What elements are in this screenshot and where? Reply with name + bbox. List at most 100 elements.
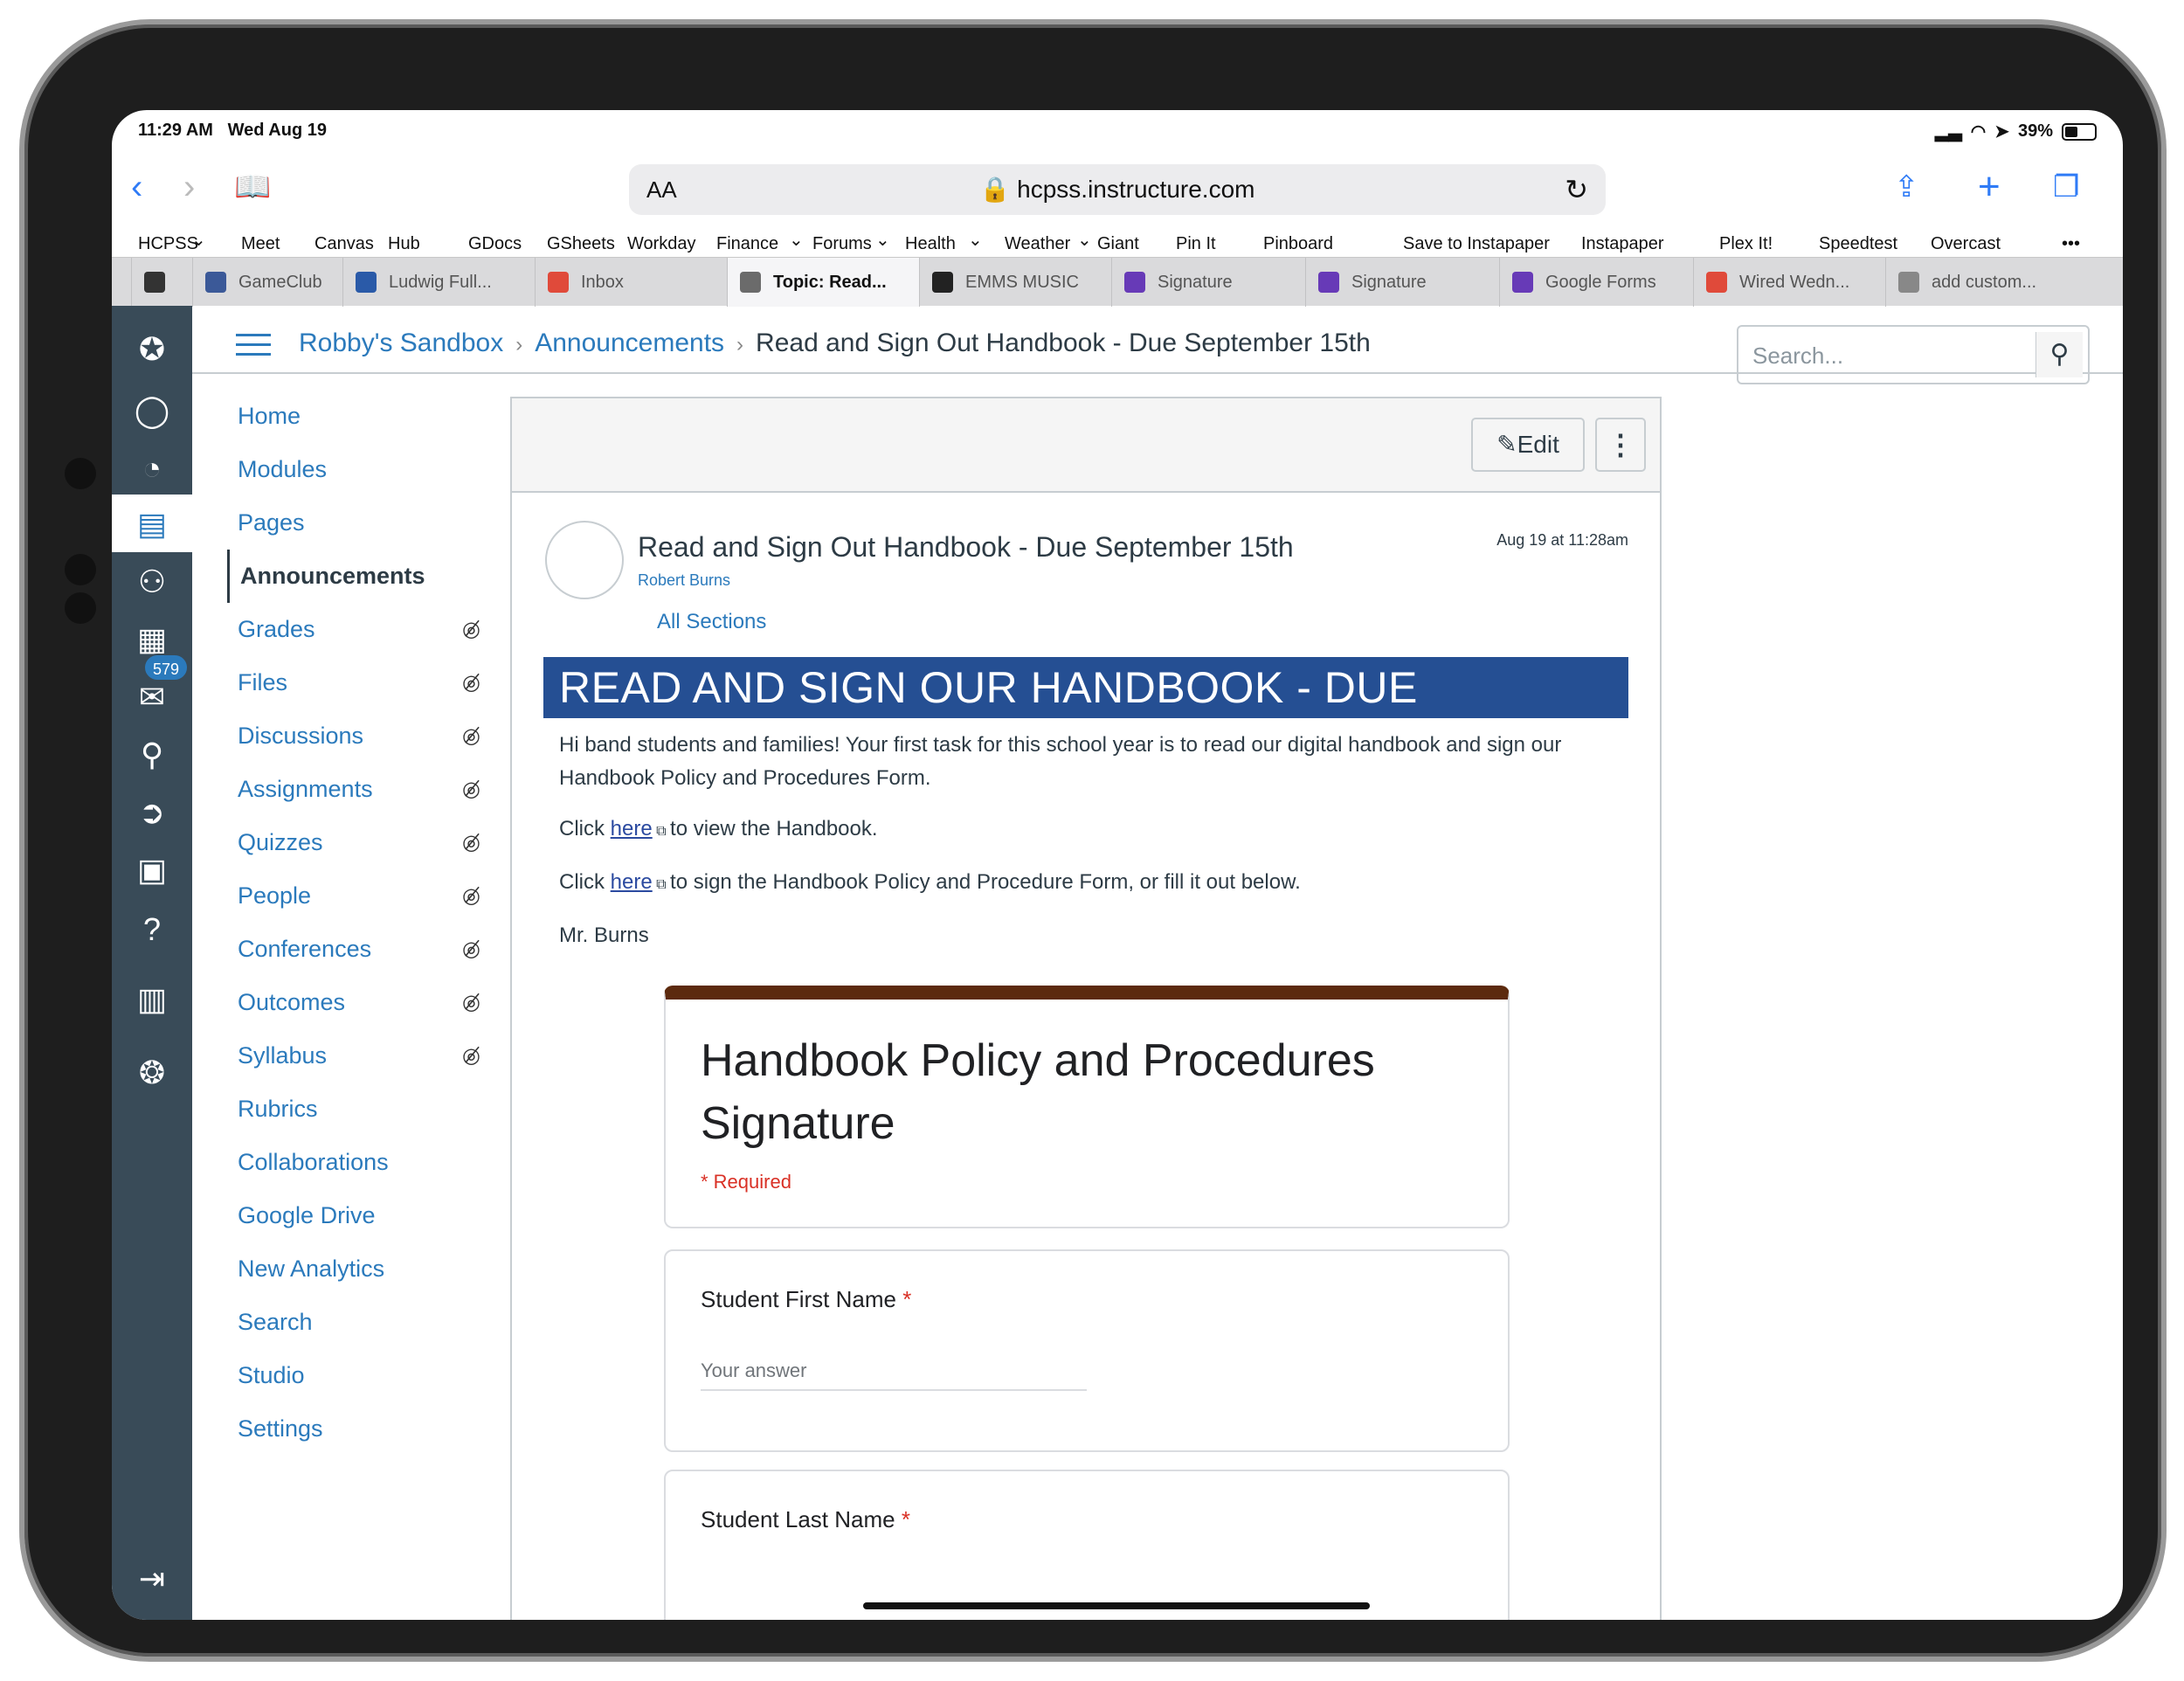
browser-tab[interactable]: Google Forms	[1499, 258, 1693, 307]
tab-label: Inbox	[581, 272, 624, 292]
course-nav-conferences[interactable]: Conferences ◎̸	[227, 923, 480, 976]
browser-tab[interactable]: EMMS MUSIC	[919, 258, 1111, 307]
bookmark-item[interactable]: Pin It	[1176, 234, 1216, 254]
course-nav-modules[interactable]: Modules	[227, 443, 480, 496]
more-options-button[interactable]: ⋮	[1595, 418, 1646, 472]
dashboard-icon[interactable]: ◔	[131, 447, 173, 489]
bookmark-item[interactable]: Overcast	[1931, 234, 2001, 254]
pencil-icon: ✎	[1496, 431, 1517, 458]
bookmark-item[interactable]: Pinboard	[1263, 234, 1333, 254]
bookmark-item[interactable]: Speedtest	[1819, 234, 1897, 254]
tab-label: Google Forms	[1545, 272, 1656, 292]
lock-icon: 🔒	[979, 176, 1011, 203]
side-sensor-dot	[65, 592, 96, 624]
bookmark-item[interactable]: Weather	[1005, 234, 1070, 254]
course-nav-search[interactable]: Search	[227, 1296, 480, 1349]
bookmark-item[interactable]: HCPSS	[138, 234, 198, 254]
courses-icon[interactable]: ▤	[131, 503, 173, 545]
search-input[interactable]: Search... ⚲	[1737, 325, 2090, 384]
search-icon[interactable]: ⚲	[2035, 332, 2083, 377]
history-search-icon[interactable]: ⚲	[131, 734, 173, 776]
collapse-nav-icon[interactable]: ⇥	[131, 1560, 173, 1602]
course-nav-studio[interactable]: Studio	[227, 1349, 480, 1402]
course-nav-syllabus[interactable]: Syllabus ◎̸	[227, 1029, 480, 1083]
community-icon[interactable]: ❂	[131, 1052, 173, 1094]
course-nav-outcomes[interactable]: Outcomes ◎̸	[227, 976, 480, 1029]
announcement-author[interactable]: Robert Burns	[638, 571, 730, 590]
reload-icon[interactable]: ↻	[1565, 173, 1588, 206]
bookmark-item[interactable]: GSheets	[547, 234, 615, 254]
course-nav-files[interactable]: Files ◎̸	[227, 656, 480, 709]
bookmark-item[interactable]: Giant	[1097, 234, 1139, 254]
question-card: Student Last Name *	[664, 1470, 1510, 1620]
browser-tab[interactable]: Wired Wedn...	[1693, 258, 1885, 307]
reports-icon[interactable]: ▥	[131, 979, 173, 1020]
course-nav-rubrics[interactable]: Rubrics	[227, 1083, 480, 1136]
avatar[interactable]	[545, 521, 624, 599]
tabs-overview-icon[interactable]: ❐	[2053, 166, 2079, 208]
bookmark-item[interactable]: Save to Instapaper	[1403, 234, 1550, 254]
bookmark-item[interactable]: Health	[905, 234, 956, 254]
handbook-link[interactable]: here	[611, 817, 653, 840]
browser-tab[interactable]: add custom...	[1885, 258, 2123, 307]
bookmark-item[interactable]: Instapaper	[1581, 234, 1664, 254]
course-nav-google-drive[interactable]: Google Drive	[227, 1189, 480, 1242]
course-nav-home[interactable]: Home	[227, 390, 480, 443]
new-tab-plus-icon[interactable]: +	[1978, 166, 2001, 208]
forward-icon[interactable]: ›	[183, 166, 195, 208]
bookmark-item[interactable]: Hub	[388, 234, 420, 254]
course-nav-settings[interactable]: Settings	[227, 1402, 480, 1456]
studio-icon[interactable]: ▣	[131, 849, 173, 891]
canvas-global-nav: ✪ ◯ ◔ ▤ ⚇ ▦ ✉ 579 ⚲ ➲ ▣ ? ▥ ❂ ⇥	[112, 306, 192, 1620]
back-icon[interactable]: ‹	[131, 166, 142, 208]
share-icon[interactable]: ⇪	[1894, 166, 1919, 208]
signoff: Mr. Burns	[559, 924, 649, 947]
breadcrumb-announcements[interactable]: Announcements	[535, 329, 724, 357]
course-nav-quizzes[interactable]: Quizzes ◎̸	[227, 816, 480, 869]
commons-icon[interactable]: ➲	[131, 792, 173, 834]
course-nav-discussions[interactable]: Discussions ◎̸	[227, 709, 480, 763]
browser-tab[interactable]: Topic: Read...	[727, 258, 919, 307]
first-name-field[interactable]: Your answer	[701, 1359, 1087, 1391]
course-nav-label: Modules	[238, 456, 328, 482]
course-nav-people[interactable]: People ◎̸	[227, 869, 480, 923]
browser-tab[interactable]: Signature	[1111, 258, 1305, 307]
screen: 11:29 AM Wed Aug 19 ▂▃ ◠ ➤ 39% ‹ › 📖 AA …	[112, 110, 2123, 1620]
browser-tab[interactable]: Ludwig Full...	[342, 258, 535, 307]
breadcrumb-course[interactable]: Robby's Sandbox	[299, 329, 503, 357]
account-icon[interactable]: ◯	[131, 390, 173, 432]
all-sections-link[interactable]: All Sections	[657, 610, 766, 634]
course-nav-grades[interactable]: Grades ◎̸	[227, 603, 480, 656]
course-nav-assignments[interactable]: Assignments ◎̸	[227, 763, 480, 816]
bookmark-item[interactable]: Finance	[716, 234, 778, 254]
bookmark-item[interactable]: GDocs	[468, 234, 522, 254]
bookmark-item[interactable]: Plex It!	[1719, 234, 1773, 254]
edit-button[interactable]: ✎Edit	[1471, 418, 1585, 472]
canvas-logo-icon[interactable]: ✪	[131, 329, 173, 370]
hamburger-menu-icon[interactable]	[236, 334, 271, 360]
groups-icon[interactable]: ⚇	[131, 561, 173, 603]
browser-tab[interactable]: Inbox	[535, 258, 727, 307]
more-bookmarks-icon[interactable]: •••	[2062, 234, 2080, 254]
safari-toolbar: ‹ › 📖 AA 🔒 hcpss.instructure.com ↻ ⇪ + ❐	[112, 152, 2123, 222]
tab-favicon-icon	[1318, 272, 1339, 293]
browser-tab[interactable]	[131, 258, 192, 307]
bookmark-item[interactable]: Forums	[812, 234, 872, 254]
address-bar[interactable]: AA 🔒 hcpss.instructure.com ↻	[629, 164, 1606, 215]
bookmarks-book-icon[interactable]: 📖	[234, 166, 271, 208]
bookmark-item[interactable]: Workday	[627, 234, 696, 254]
help-icon[interactable]: ?	[131, 909, 173, 951]
question-label: Student Last Name *	[701, 1506, 910, 1532]
course-nav-label: Search	[238, 1309, 313, 1335]
tab-favicon-icon	[356, 272, 377, 293]
bookmark-item[interactable]: Canvas	[314, 234, 374, 254]
course-nav-new-analytics[interactable]: New Analytics	[227, 1242, 480, 1296]
course-nav-announcements[interactable]: Announcements	[227, 550, 480, 603]
browser-tab[interactable]: GameClub	[192, 258, 342, 307]
course-nav-collaborations[interactable]: Collaborations	[227, 1136, 480, 1189]
form-link[interactable]: here	[611, 870, 653, 894]
course-nav-pages[interactable]: Pages	[227, 496, 480, 550]
course-nav-label: Quizzes	[238, 829, 323, 855]
browser-tab[interactable]: Signature	[1305, 258, 1499, 307]
bookmark-item[interactable]: Meet	[241, 234, 280, 254]
